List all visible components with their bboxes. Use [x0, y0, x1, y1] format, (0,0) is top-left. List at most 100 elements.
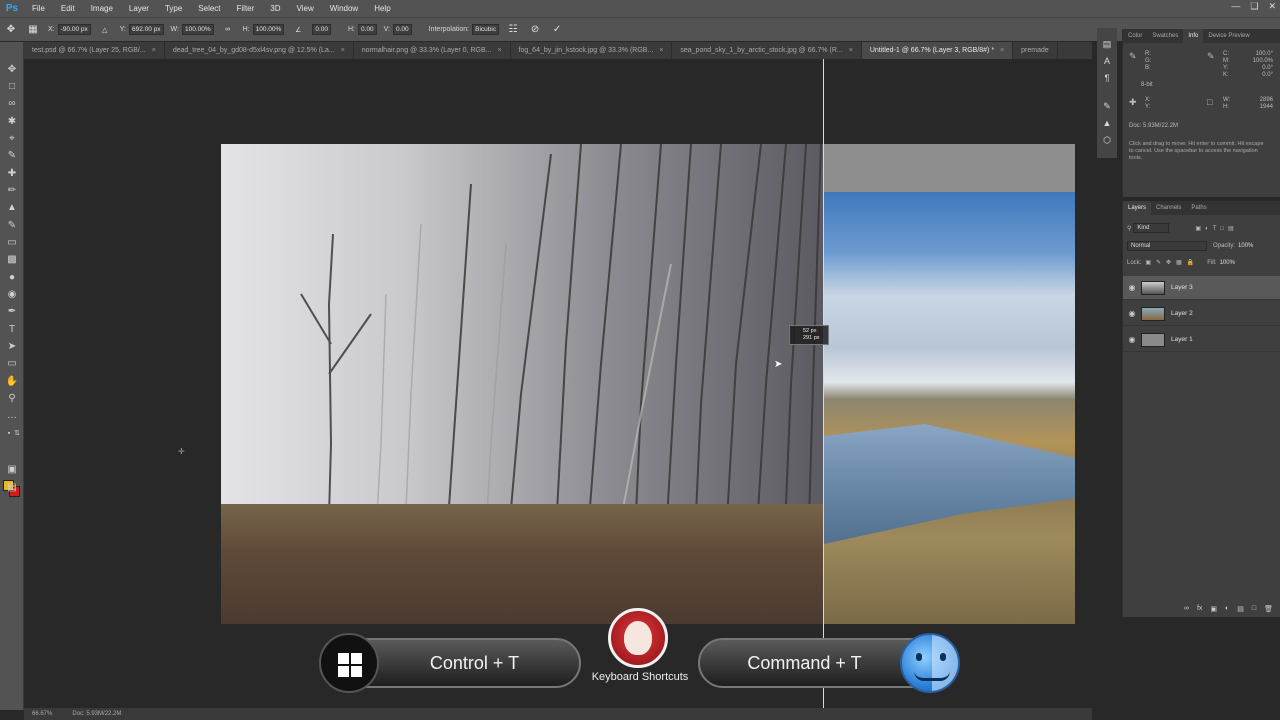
x-field[interactable]: -90.00 px	[57, 24, 91, 35]
swap-colors-icon[interactable]: ⇅	[10, 426, 24, 440]
blur-tool-icon[interactable]: ●	[5, 270, 19, 284]
hskew-field[interactable]: 0.00	[357, 24, 377, 35]
brush-settings-icon[interactable]: ✎	[1101, 100, 1113, 112]
screen-mode-icon[interactable]: ▤	[5, 480, 19, 494]
tab-layers[interactable]: Layers	[1123, 201, 1152, 215]
reference-point-icon[interactable]: ▦	[26, 23, 40, 37]
doc-tab[interactable]: test.psd @ 66.7% (Layer 25, RGB/... ×	[24, 42, 165, 59]
layer-name[interactable]: Layer 3	[1171, 284, 1193, 291]
gradient-tool-icon[interactable]: ▩	[5, 252, 19, 266]
3d-icon[interactable]: ⬡	[1101, 134, 1113, 146]
layer-row[interactable]: ◉ Layer 3	[1123, 276, 1280, 300]
fill-value[interactable]: 100%	[1220, 260, 1235, 266]
tab-device-preview[interactable]: Device Preview	[1203, 29, 1254, 43]
quick-mask-icon[interactable]: ▣	[5, 462, 19, 476]
opacity-value[interactable]: 100%	[1238, 243, 1253, 249]
tab-info[interactable]: Info	[1183, 29, 1204, 43]
close-tab-icon[interactable]: ×	[152, 42, 156, 59]
history-brush-icon[interactable]: ✎	[5, 218, 19, 232]
lasso-tool-icon[interactable]: ∞	[5, 96, 19, 110]
w-field[interactable]: 100.00%	[181, 24, 214, 35]
move-tool-icon[interactable]: ✥	[5, 62, 19, 76]
foggy-forest-image[interactable]	[221, 144, 824, 624]
close-tab-icon[interactable]: ×	[1000, 42, 1004, 59]
link-layers-icon[interactable]: ∞	[1184, 605, 1189, 613]
menu-window[interactable]: Window	[322, 4, 366, 13]
warp-icon[interactable]: ☷	[506, 23, 520, 37]
eyedropper-tool-icon[interactable]: ✎	[5, 148, 19, 162]
doc-tab[interactable]: normalhair.png @ 33.3% (Layer 0, RGB... ×	[354, 42, 511, 59]
path-select-tool-icon[interactable]: ➤	[5, 339, 19, 353]
tab-swatches[interactable]: Swatches	[1147, 29, 1183, 43]
delete-layer-icon[interactable]: 🗑	[1264, 605, 1273, 613]
close-icon[interactable]: ✕	[1268, 1, 1276, 12]
healing-tool-icon[interactable]: ✚	[5, 166, 19, 180]
new-layer-icon[interactable]: □	[1252, 605, 1256, 613]
menu-view[interactable]: View	[289, 4, 322, 13]
close-tab-icon[interactable]: ×	[497, 42, 501, 59]
y-field[interactable]: 692.00 px	[128, 24, 164, 35]
tool-preset-icon[interactable]: ✥	[4, 23, 18, 37]
quick-select-tool-icon[interactable]: ✱	[5, 114, 19, 128]
menu-edit[interactable]: Edit	[53, 4, 83, 13]
zoom-tool-icon[interactable]: ⚲	[5, 391, 19, 405]
close-tab-icon[interactable]: ×	[659, 42, 663, 59]
add-mask-icon[interactable]: ▣	[1210, 605, 1217, 613]
menu-select[interactable]: Select	[190, 4, 228, 13]
doc-tab[interactable]: dead_tree_04_by_gd08-d5xl4sv.png @ 12.5%…	[165, 42, 354, 59]
layer-row[interactable]: ◉ Layer 2	[1123, 302, 1280, 326]
tab-color[interactable]: Color	[1123, 29, 1147, 43]
stamp-tool-icon[interactable]: ▲	[5, 200, 19, 214]
zoom-level[interactable]: 66.67%	[32, 711, 52, 717]
menu-filter[interactable]: Filter	[229, 4, 263, 13]
shape-tool-icon[interactable]: ▭	[5, 356, 19, 370]
hand-tool-icon[interactable]: ✋	[5, 374, 19, 388]
fx-icon[interactable]: fx	[1197, 605, 1202, 613]
menu-image[interactable]: Image	[83, 4, 121, 13]
paragraph-icon[interactable]: ¶	[1101, 72, 1113, 84]
close-tab-icon[interactable]: ×	[849, 42, 853, 59]
cancel-transform-icon[interactable]: ⊘	[528, 23, 542, 37]
more-tools-icon[interactable]: …	[5, 408, 19, 422]
tab-channels[interactable]: Channels	[1151, 201, 1186, 215]
filter-kind-select[interactable]: Kind	[1133, 223, 1170, 233]
doc-tab[interactable]: fog_64_by_jin_kstock.jpg @ 33.3% (RGB...…	[511, 42, 673, 59]
layer-name[interactable]: Layer 2	[1171, 310, 1193, 317]
menu-file[interactable]: File	[24, 4, 53, 13]
document-canvas[interactable]	[221, 144, 1075, 624]
tab-paths[interactable]: Paths	[1186, 201, 1211, 215]
eraser-tool-icon[interactable]: ▭	[5, 235, 19, 249]
layer-name[interactable]: Layer 1	[1171, 336, 1193, 343]
layer-row[interactable]: ◉ Layer 1	[1123, 328, 1280, 352]
blend-mode-select[interactable]: Normal	[1127, 241, 1207, 251]
doc-tab[interactable]: sea_pond_sky_1_by_arctic_stock.jpg @ 66.…	[672, 42, 862, 59]
close-tab-icon[interactable]: ×	[341, 42, 345, 59]
filter-icons[interactable]: ▣◐T□▤	[1195, 225, 1237, 232]
doc-tab-active[interactable]: Untitled-1 @ 66.7% (Layer 3, RGB/8#) * ×	[861, 42, 1014, 59]
menu-help[interactable]: Help	[366, 4, 398, 13]
lock-icons[interactable]: ▣✎✥▦🔒	[1145, 259, 1199, 266]
doc-tab[interactable]: premade	[1013, 42, 1058, 59]
adjustment-layer-icon[interactable]: ◐	[1225, 605, 1229, 613]
brush-tool-icon[interactable]: ✏	[5, 183, 19, 197]
new-group-icon[interactable]: ▤	[1237, 605, 1244, 613]
clone-source-icon[interactable]: ▲	[1101, 117, 1113, 129]
type-tool-icon[interactable]: T	[5, 322, 19, 336]
minimize-icon[interactable]: —	[1231, 1, 1240, 12]
transform-guide-line[interactable]	[823, 59, 824, 708]
interpolation-select[interactable]: Bicubic	[472, 24, 500, 35]
canvas-area[interactable]: ✛ 52 px 291 px ➤	[24, 59, 1092, 708]
chain-icon[interactable]: ∞	[221, 23, 235, 37]
dodge-tool-icon[interactable]: ◉	[5, 287, 19, 301]
link-icon[interactable]: △	[98, 23, 112, 37]
menu-3d[interactable]: 3D	[262, 4, 288, 13]
visibility-eye-icon[interactable]: ◉	[1123, 283, 1141, 292]
commit-transform-icon[interactable]: ✓	[550, 23, 564, 37]
marquee-tool-icon[interactable]: □	[5, 79, 19, 93]
angle-field[interactable]: 0.00	[312, 24, 331, 35]
menu-type[interactable]: Type	[157, 4, 190, 13]
visibility-eye-icon[interactable]: ◉	[1123, 335, 1141, 344]
menu-layer[interactable]: Layer	[121, 4, 157, 13]
crop-tool-icon[interactable]: ⌖	[5, 131, 19, 145]
history-icon[interactable]: ▤	[1101, 38, 1113, 50]
